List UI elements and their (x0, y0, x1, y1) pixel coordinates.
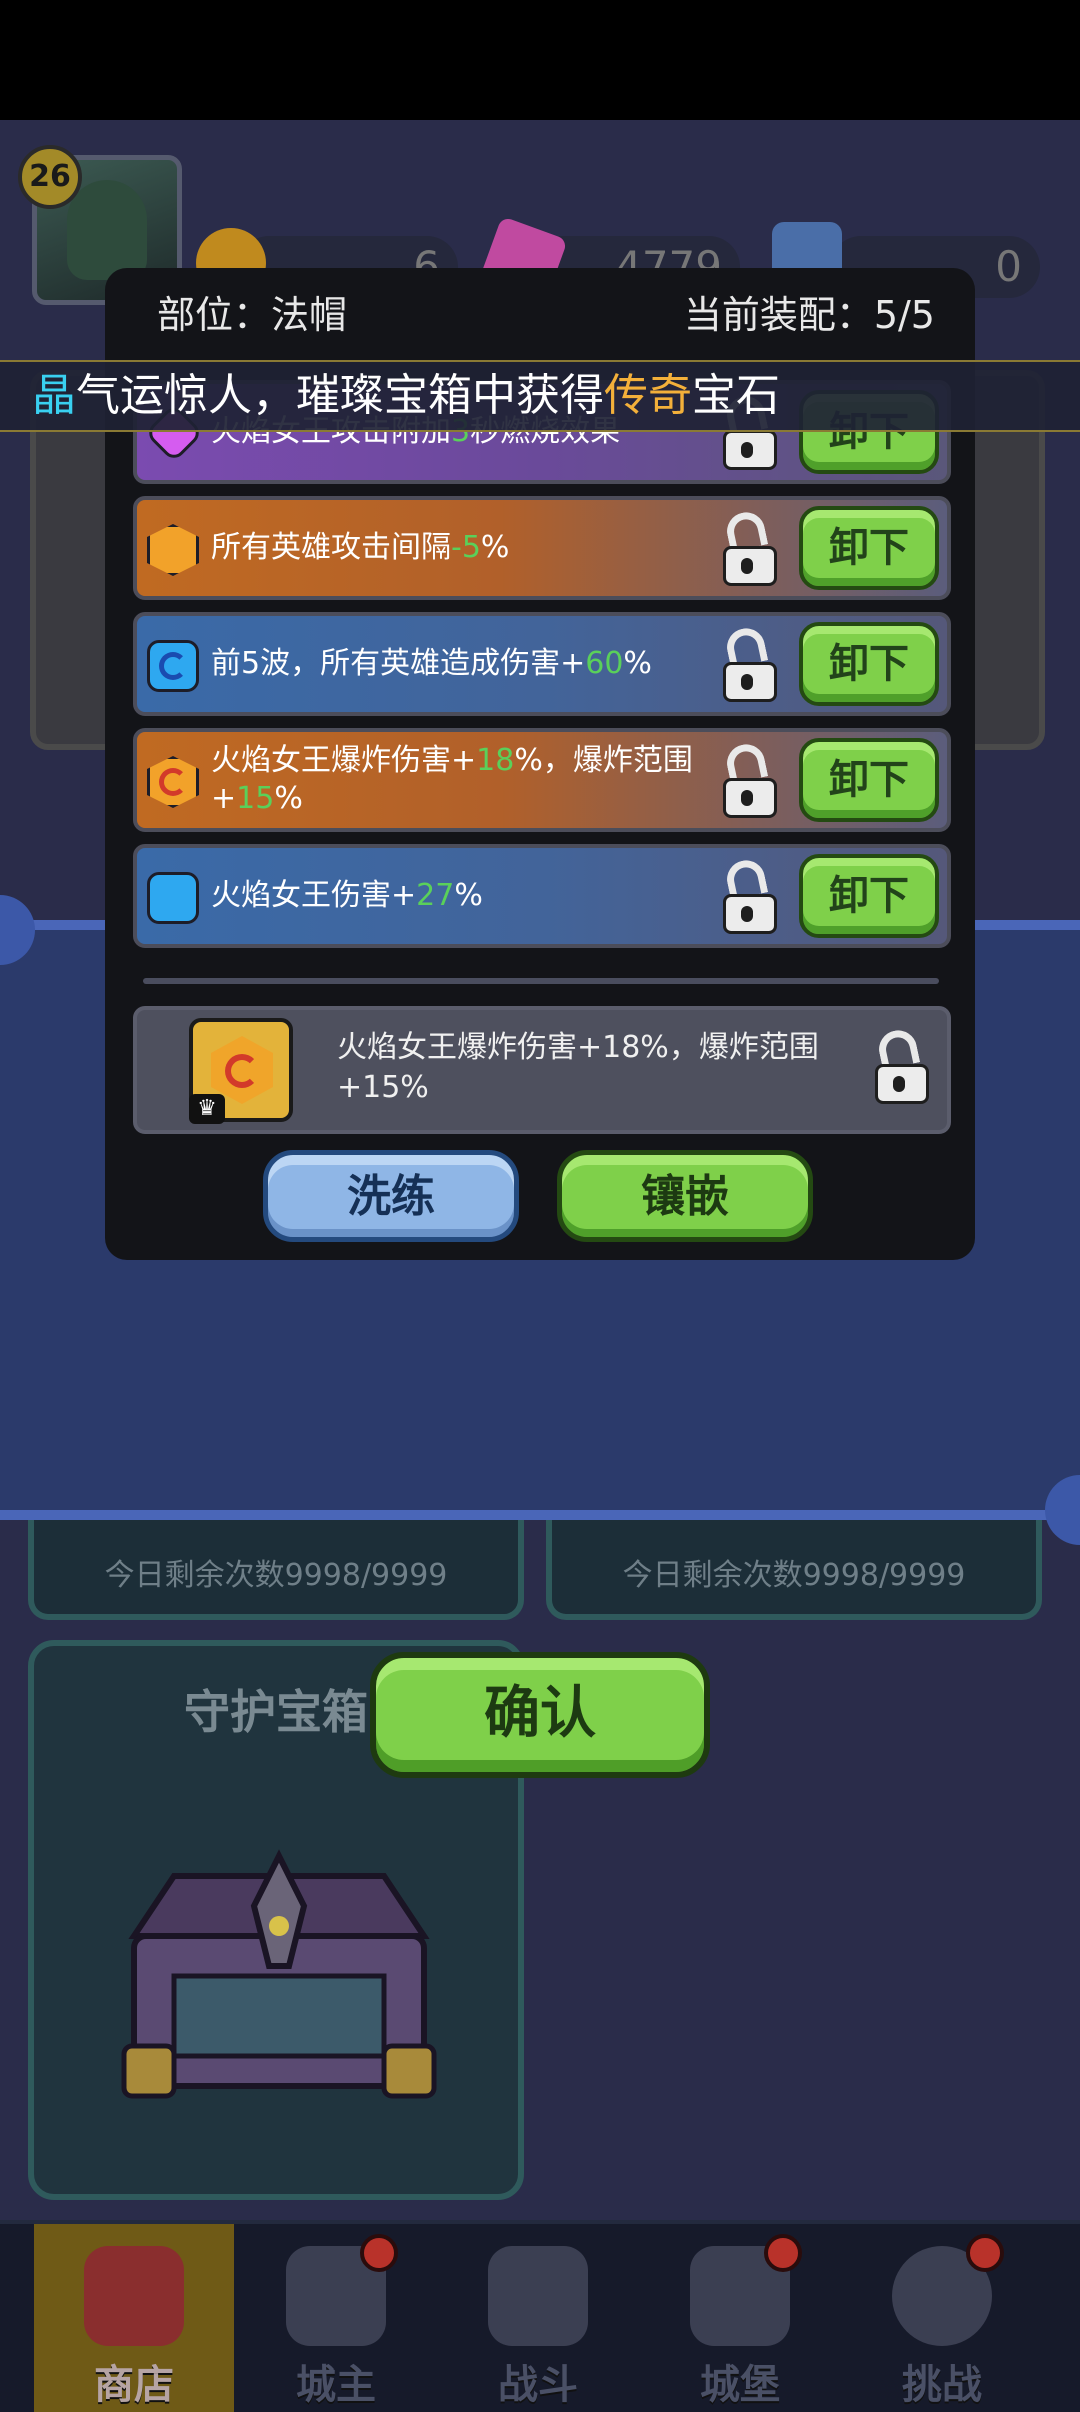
unlock-icon[interactable] (871, 1026, 933, 1104)
bottom-nav: 商店 城主 战斗 城堡 挑战 (0, 2220, 1080, 2412)
gem-slot-row: 所有英雄攻击间隔 -5% 卸下 (133, 496, 951, 600)
shop-icon (84, 2246, 184, 2346)
nav-shop[interactable]: 商店 (34, 2224, 234, 2412)
draw-card-left: 今日剩余次数9998/9999 (28, 1520, 524, 1620)
marquee-suffix: 宝石 (692, 370, 780, 421)
gem-slot-row: 火焰女王伤害+ 27% 卸下 (133, 844, 951, 948)
blue-gem-icon (147, 872, 199, 924)
nav-lord[interactable]: 城主 (236, 2224, 436, 2412)
unequip-button[interactable]: 卸下 (799, 738, 939, 822)
notification-dot (966, 2234, 1004, 2272)
legendary-gem-icon[interactable]: ♛ (189, 1018, 293, 1124)
unlock-icon[interactable] (719, 856, 781, 934)
unequip-button[interactable]: 卸下 (799, 506, 939, 590)
unequip-button[interactable]: 卸下 (799, 622, 939, 706)
marquee-rarity: 传奇 (604, 370, 692, 421)
crossed-swords-icon (488, 2246, 588, 2346)
spiral-icon (159, 652, 187, 680)
player-level-badge: 26 (18, 145, 82, 209)
gem-effect-text: 火焰女王爆炸伤害+18%，爆炸范围+15% (211, 743, 693, 816)
gem-effect-text: 前5波，所有英雄造成伤害+ 60% (211, 646, 652, 681)
remaining-count-right: 今日剩余次数9998/9999 (622, 1558, 966, 1593)
nav-castle-label: 城堡 (700, 2362, 780, 2408)
new-gem-effect-text: 火焰女王爆炸伤害+18%，爆炸范围+15% (337, 1030, 819, 1105)
spiral-icon (159, 768, 187, 796)
marquee-text: 气运惊人，璀璨宝箱中获得 (76, 370, 604, 421)
nav-challenge[interactable]: 挑战 (842, 2224, 1042, 2412)
nav-castle[interactable]: 城堡 (640, 2224, 840, 2412)
marquee-player-name: 晶 (32, 370, 76, 421)
gem-effect-text: 所有英雄攻击间隔 -5% (211, 530, 510, 565)
announcement-marquee: 晶气运惊人，璀璨宝箱中获得传奇宝石 (0, 360, 1080, 432)
gem-slot-row: 火焰女王爆炸伤害+18%，爆炸范围+15% 卸下 (133, 728, 951, 832)
unlock-icon[interactable] (719, 508, 781, 586)
notification-dot (360, 2234, 398, 2272)
nav-lord-label: 城主 (296, 2362, 376, 2408)
unequip-button[interactable]: 卸下 (799, 854, 939, 938)
notification-dot (764, 2234, 802, 2272)
divider (143, 978, 939, 984)
orange-gem-icon (147, 524, 199, 576)
crown-icon: ♛ (189, 1094, 225, 1124)
part-label: 部位：法帽 (157, 293, 348, 337)
status-bar (0, 0, 1080, 120)
nav-shop-label: 商店 (94, 2362, 174, 2408)
nav-battle-label: 战斗 (498, 2362, 578, 2408)
equip-count: 当前装配：5/5 (683, 293, 935, 337)
remaining-count-left: 今日剩余次数9998/9999 (104, 1558, 448, 1593)
nav-battle[interactable]: 战斗 (438, 2224, 638, 2412)
inlay-button[interactable]: 镶嵌 (557, 1150, 813, 1242)
new-gem-preview: ♛ 火焰女王爆炸伤害+18%，爆炸范围+15% (133, 1006, 951, 1134)
reroll-button[interactable]: 洗练 (263, 1150, 519, 1242)
unlock-icon[interactable] (719, 740, 781, 818)
nav-challenge-label: 挑战 (902, 2362, 982, 2408)
gem-effect-text: 火焰女王伤害+ 27% (211, 878, 483, 913)
gem-slot-row: 前5波，所有英雄造成伤害+ 60% 卸下 (133, 612, 951, 716)
modal-header: 部位：法帽 当前装配：5/5 (105, 268, 975, 358)
unlock-icon[interactable] (719, 624, 781, 702)
confirm-button[interactable]: 确认 (370, 1652, 710, 1778)
treasure-chest-icon (121, 1849, 437, 2099)
draw-card-right: 今日剩余次数9998/9999 (546, 1520, 1042, 1620)
